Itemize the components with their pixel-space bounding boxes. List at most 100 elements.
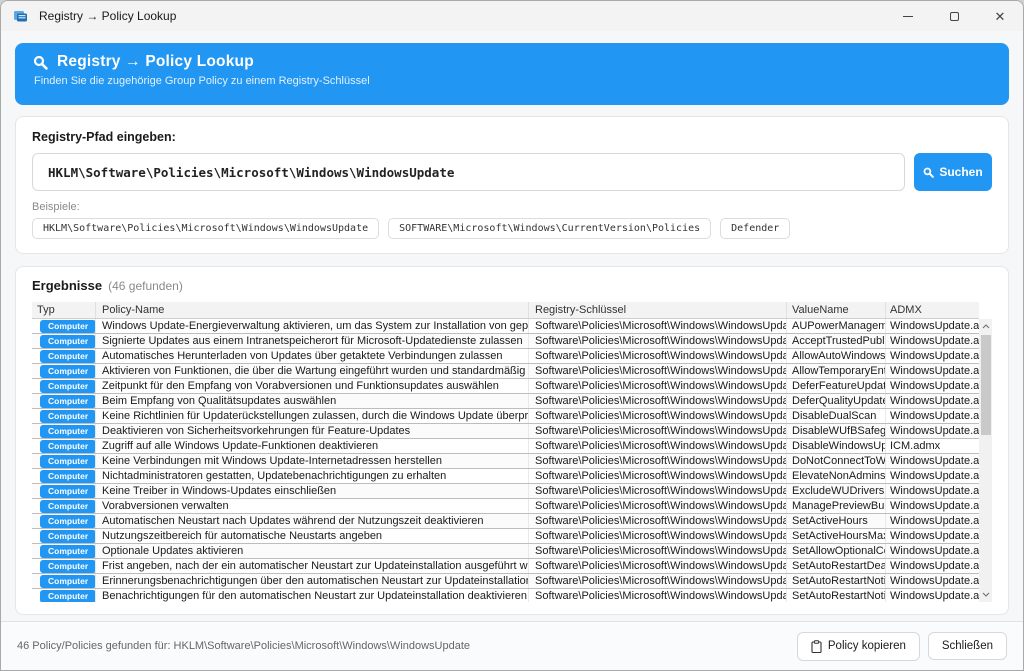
type-badge: Computer [40,350,96,363]
registry-path-label: Registry-Pfad eingeben: [32,130,992,144]
registry-key-cell: Software\Policies\Microsoft\Windows\Wind… [529,439,787,453]
value-name-cell: ElevateNonAdmins [787,469,886,483]
search-button[interactable]: Suchen [914,153,992,191]
column-header-registry-key[interactable]: Registry-Schlüssel [529,302,787,318]
search-icon [33,55,48,70]
copy-policy-button[interactable]: Policy kopieren [797,632,920,661]
example-chip-defender[interactable]: Defender [720,218,790,239]
table-row[interactable]: Computer Benachrichtigungen für den auto… [32,589,979,602]
scrollbar-thumb[interactable] [981,335,991,435]
table-row[interactable]: Computer Signierte Updates aus einem Int… [32,334,979,349]
table-row[interactable]: Computer Aktivieren von Funktionen, die … [32,364,979,379]
policy-name-cell: Deaktivieren von Sicherheitsvorkehrungen… [96,424,529,438]
type-badge: Computer [40,395,96,408]
content-area: Registry → Policy Lookup Finden Sie die … [1,31,1023,621]
admx-cell: WindowsUpdate.admx [886,319,979,333]
table-row[interactable]: Computer Beim Empfang von Qualitätsupdat… [32,394,979,409]
example-chip-currentversion-policies[interactable]: SOFTWARE\Microsoft\Windows\CurrentVersio… [388,218,711,239]
column-header-typ[interactable]: Typ [32,302,96,318]
header-banner: Registry → Policy Lookup Finden Sie die … [15,43,1009,105]
value-name-cell: DisableDualScan [787,409,886,423]
titlebar: Registry → Policy Lookup ✕ [1,1,1023,31]
table-row[interactable]: Computer Windows Update-Energieverwaltun… [32,319,979,334]
table-row[interactable]: Computer Vorabversionen verwalten Softwa… [32,499,979,514]
maximize-button[interactable] [931,1,977,31]
column-header-valuename[interactable]: ValueName [787,302,886,318]
table-scrollbar[interactable] [979,319,992,602]
clipboard-icon [811,640,822,653]
table-row[interactable]: Computer Optionale Updates aktivieren So… [32,544,979,559]
policy-name-cell: Nutzungszeitbereich für automatische Neu… [96,529,529,543]
policy-name-cell: Keine Richtlinien für Updaterückstellung… [96,409,529,423]
type-badge: Computer [40,335,96,348]
admx-cell: WindowsUpdate.admx [886,454,979,468]
search-button-label: Suchen [939,165,982,179]
registry-key-cell: Software\Policies\Microsoft\Windows\Wind… [529,544,787,558]
table-row[interactable]: Computer Zugriff auf alle Windows Update… [32,439,979,454]
policy-name-cell: Automatisches Herunterladen von Updates … [96,349,529,363]
policy-name-cell: Keine Treiber in Windows-Updates einschl… [96,484,529,498]
example-chip-windowsupdate[interactable]: HKLM\Software\Policies\Microsoft\Windows… [32,218,379,239]
column-header-policy-name[interactable]: Policy-Name [96,302,529,318]
value-name-cell: AllowAutoWindowsUpdateDownload [787,349,886,363]
table-row[interactable]: Computer Automatisches Herunterladen von… [32,349,979,364]
scroll-down-icon[interactable] [979,588,992,601]
admx-cell: ICM.admx [886,439,979,453]
admx-cell: WindowsUpdate.admx [886,469,979,483]
policy-name-cell: Signierte Updates aus einem Intranetspei… [96,334,529,348]
minimize-button[interactable] [885,1,931,31]
table-row[interactable]: Computer Keine Richtlinien für Updaterüc… [32,409,979,424]
table-row[interactable]: Computer Keine Verbindungen mit Windows … [32,454,979,469]
registry-key-cell: Software\Policies\Microsoft\Windows\Wind… [529,349,787,363]
copy-policy-label: Policy kopieren [828,640,906,652]
value-name-cell: SetAllowOptionalContent [787,544,886,558]
type-badge: Computer [40,485,96,498]
admx-cell: WindowsUpdate.admx [886,349,979,363]
type-badge: Computer [40,590,96,603]
results-table-body: Computer Windows Update-Energieverwaltun… [32,319,992,602]
policy-name-cell: Optionale Updates aktivieren [96,544,529,558]
value-name-cell: AUPowerManagement [787,319,886,333]
admx-cell: WindowsUpdate.admx [886,394,979,408]
table-header-row: Typ Policy-Name Registry-Schlüssel Value… [32,302,979,319]
close-button[interactable]: ✕ [977,1,1023,31]
table-row[interactable]: Computer Automatischen Neustart nach Upd… [32,514,979,529]
close-icon: ✕ [995,10,1006,23]
value-name-cell: SetAutoRestartNotification [787,574,886,588]
table-row[interactable]: Computer Deaktivieren von Sicherheitsvor… [32,424,979,439]
registry-key-cell: Software\Policies\Microsoft\Windows\Wind… [529,514,787,528]
value-name-cell: ManagePreviewBuilds [787,499,886,513]
type-badge: Computer [40,320,96,333]
value-name-cell: AllowTemporaryEnterpriseFC [787,364,886,378]
close-dialog-button[interactable]: Schließen [928,632,1007,660]
table-row[interactable]: Computer Zeitpunkt für den Empfang von V… [32,379,979,394]
search-button-icon [923,167,934,178]
footer-bar: 46 Policy/Policies gefunden für: HKLM\So… [1,621,1023,670]
registry-key-cell: Software\Policies\Microsoft\Windows\Wind… [529,409,787,423]
policy-name-cell: Erinnerungsbenachrichtigungen über den a… [96,574,529,588]
policy-name-cell: Windows Update-Energieverwaltung aktivie… [96,319,529,333]
type-badge: Computer [40,545,96,558]
value-name-cell: DoNotConnectToWindowsUpdate [787,454,886,468]
table-row[interactable]: Computer Nichtadministratoren gestatten,… [32,469,979,484]
value-name-cell: ExcludeWUDriversInQualityUpd [787,484,886,498]
type-badge: Computer [40,455,96,468]
results-heading: Ergebnisse [32,278,102,293]
scroll-up-icon[interactable] [979,320,992,333]
admx-cell: WindowsUpdate.admx [886,499,979,513]
registry-key-cell: Software\Policies\Microsoft\Windows\Wind… [529,499,787,513]
registry-path-input[interactable] [32,153,905,191]
table-row[interactable]: Computer Erinnerungsbenachrichtigungen ü… [32,574,979,589]
type-badge: Computer [40,440,96,453]
registry-key-cell: Software\Policies\Microsoft\Windows\Wind… [529,364,787,378]
table-row[interactable]: Computer Frist angeben, nach der ein aut… [32,559,979,574]
policy-name-cell: Keine Verbindungen mit Windows Update-In… [96,454,529,468]
table-row[interactable]: Computer Nutzungszeitbereich für automat… [32,529,979,544]
type-badge: Computer [40,380,96,393]
admx-cell: WindowsUpdate.admx [886,484,979,498]
table-row[interactable]: Computer Keine Treiber in Windows-Update… [32,484,979,499]
value-name-cell: DisableWUfBSafeguards [787,424,886,438]
registry-key-cell: Software\Policies\Microsoft\Windows\Wind… [529,589,787,602]
column-header-admx[interactable]: ADMX [886,302,979,318]
results-table: Typ Policy-Name Registry-Schlüssel Value… [32,302,992,602]
